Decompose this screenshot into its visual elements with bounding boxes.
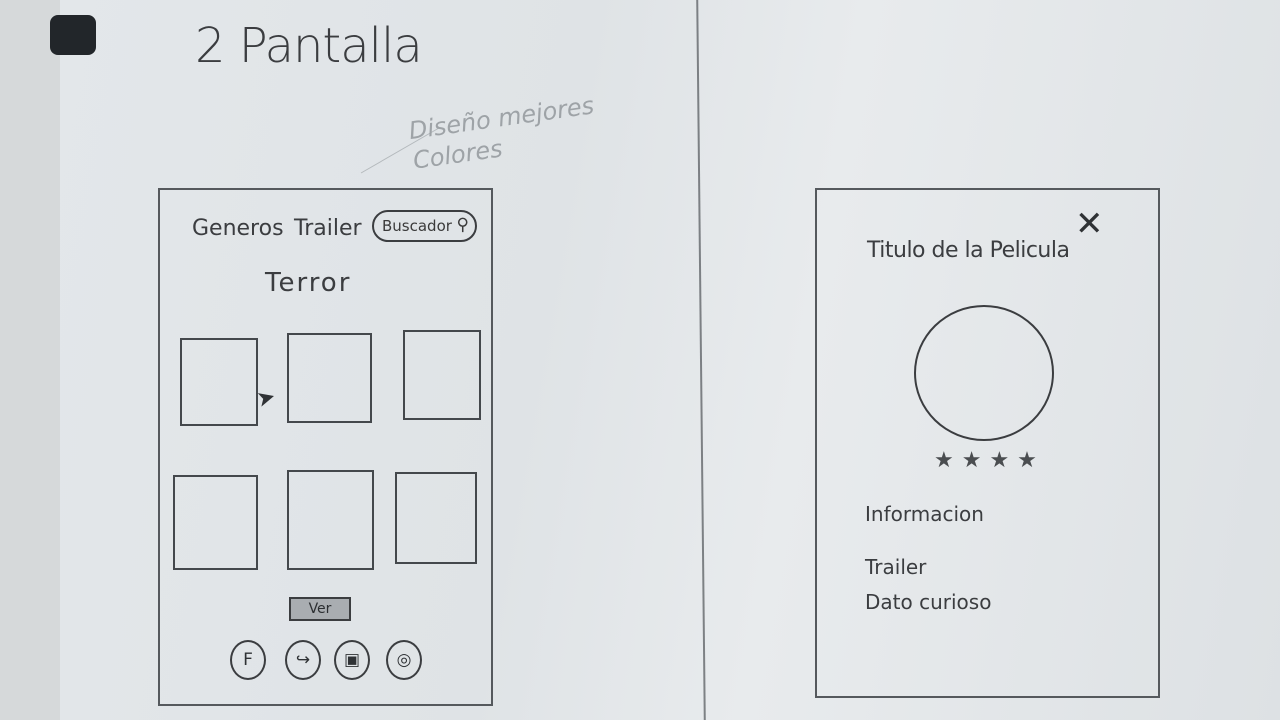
movie-detail-screen: ✕ Titulo de la Pelicula ★★★★ Informacion… xyxy=(815,188,1160,698)
nav-generos[interactable]: Generos xyxy=(192,216,284,241)
info-link[interactable]: Informacion xyxy=(865,502,984,526)
search-icon: ⚲ xyxy=(456,215,469,235)
close-icon[interactable]: ✕ xyxy=(1075,204,1104,244)
movie-thumbnail[interactable] xyxy=(180,338,258,426)
movie-thumbnail[interactable] xyxy=(287,333,372,423)
search-label: Buscador xyxy=(382,217,452,235)
sketch-heading: 2 Pantalla xyxy=(195,18,423,74)
instagram-icon[interactable]: ◎ xyxy=(386,640,422,680)
video-icon[interactable]: ▣ xyxy=(334,640,370,680)
binder-clip xyxy=(50,15,96,55)
movie-thumbnail[interactable] xyxy=(395,472,477,564)
movie-thumbnail[interactable] xyxy=(403,330,481,420)
movie-poster xyxy=(914,305,1054,441)
genre-list-screen: Generos Trailer Buscador ⚲ Terror ➤ Ver … xyxy=(158,188,493,706)
movie-thumbnail[interactable] xyxy=(287,470,374,570)
movie-thumbnail[interactable] xyxy=(173,475,258,570)
ver-button[interactable]: Ver xyxy=(289,597,351,621)
rating-stars: ★★★★ xyxy=(934,448,1045,473)
trailer-link[interactable]: Trailer xyxy=(865,555,926,579)
search-button[interactable]: Buscador ⚲ xyxy=(372,210,477,242)
genre-title: Terror xyxy=(265,268,352,298)
top-nav: Generos Trailer Buscador ⚲ xyxy=(192,206,492,246)
nav-trailer[interactable]: Trailer xyxy=(294,216,362,241)
fun-fact-link[interactable]: Dato curioso xyxy=(865,590,991,614)
movie-title: Titulo de la Pelicula xyxy=(867,238,1070,263)
facebook-icon[interactable]: F xyxy=(230,640,266,680)
share-icon[interactable]: ↪ xyxy=(285,640,321,680)
